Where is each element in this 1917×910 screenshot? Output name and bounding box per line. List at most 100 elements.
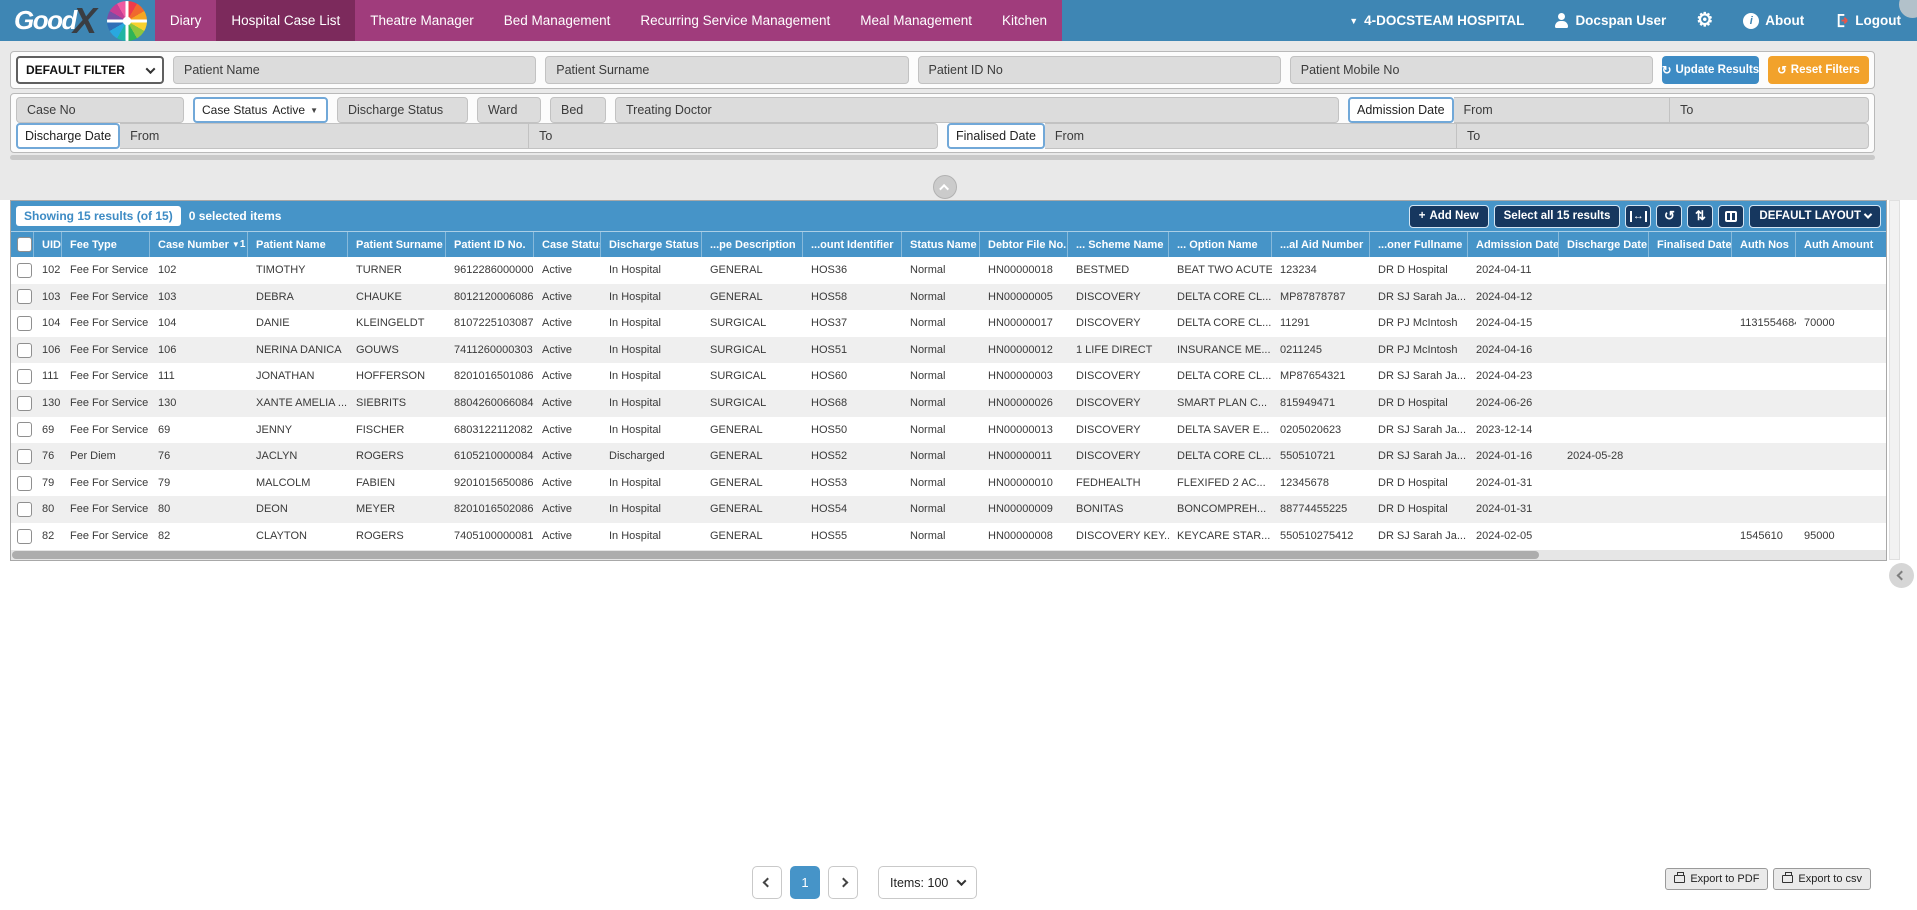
nav-item-meal-management[interactable]: Meal Management (845, 0, 987, 41)
col-header-finalised-date[interactable]: Finalised Date (1649, 232, 1732, 257)
side-panel-toggle[interactable] (1889, 563, 1914, 588)
collapse-filters-button[interactable] (933, 175, 957, 199)
row-checkbox[interactable] (17, 502, 32, 517)
layout-select[interactable]: DEFAULT LAYOUT (1749, 205, 1881, 228)
discharge-date-to-input[interactable] (529, 123, 938, 149)
column-resize-button[interactable]: ↔ (1625, 205, 1651, 228)
table-row[interactable]: 104Fee For Service104DANIEKLEINGELDT8107… (11, 310, 1886, 337)
col-header-fee-type[interactable]: Fee Type (62, 232, 150, 257)
patient-mobile-input[interactable] (1290, 56, 1653, 84)
page-1-button[interactable]: 1 (790, 866, 820, 899)
nav-item-diary[interactable]: Diary (155, 0, 217, 41)
discharge-date-from-input[interactable] (120, 123, 529, 149)
patient-name-input[interactable] (173, 56, 536, 84)
col-header-status-name[interactable]: Status Name (902, 232, 980, 257)
nav-item-hospital-case-list[interactable]: Hospital Case List (216, 0, 355, 41)
admission-date-to-input[interactable] (1670, 97, 1869, 123)
horizontal-scrollbar[interactable] (11, 550, 1886, 560)
col-header-auth-amount[interactable]: Auth Amount (1796, 232, 1886, 257)
row-checkbox[interactable] (17, 396, 32, 411)
row-checkbox[interactable] (17, 343, 32, 358)
nav-item-bed-management[interactable]: Bed Management (489, 0, 626, 41)
layout-label: DEFAULT LAYOUT (1759, 210, 1861, 222)
select-all-button[interactable]: Select all 15 results (1494, 205, 1621, 228)
nav-item-kitchen[interactable]: Kitchen (987, 0, 1062, 41)
cell-oner-fullname: DR PJ McIntosh (1370, 310, 1468, 337)
col-header-uid[interactable]: UID (34, 232, 62, 257)
col-header-pe-description[interactable]: ...pe Description (702, 232, 803, 257)
patient-id-input[interactable] (918, 56, 1281, 84)
row-checkbox[interactable] (17, 316, 32, 331)
col-header-label: Auth Amount (1804, 239, 1873, 251)
col-header-scheme-name[interactable]: ... Scheme Name (1068, 232, 1169, 257)
table-row[interactable]: 111Fee For Service111JONATHANHOFFERSON82… (11, 363, 1886, 390)
header-checkbox[interactable] (17, 237, 32, 252)
table-row[interactable]: 106Fee For Service106NERINA DANICAGOUWS7… (11, 337, 1886, 364)
col-header-patient-surname[interactable]: Patient Surname (348, 232, 446, 257)
treating-doctor-input[interactable] (615, 97, 1339, 123)
col-header-option-name[interactable]: ... Option Name (1169, 232, 1272, 257)
nav-item-recurring-service-management[interactable]: Recurring Service Management (625, 0, 845, 41)
col-header-debtor-file-no[interactable]: Debtor File No. (980, 232, 1068, 257)
sort-button[interactable]: ⇅ (1687, 205, 1713, 228)
row-checkbox[interactable] (17, 449, 32, 464)
row-checkbox[interactable] (17, 289, 32, 304)
settings-button[interactable]: ⚙ (1696, 11, 1713, 30)
col-header-auth-nos[interactable]: Auth Nos (1732, 232, 1796, 257)
filter-preset-select[interactable]: DEFAULT FILTER (16, 56, 164, 84)
col-header-al-aid-number[interactable]: ...al Aid Number (1272, 232, 1370, 257)
table-row[interactable]: 76Per Diem76JACLYNROGERS6105210000084Act… (11, 443, 1886, 470)
case-status-select[interactable]: Case Status Active ▼ (193, 97, 328, 123)
ward-input[interactable] (477, 97, 541, 123)
col-header-case-status[interactable]: Case Status (534, 232, 601, 257)
vertical-scrollbar[interactable] (1889, 200, 1900, 560)
row-checkbox[interactable] (17, 369, 32, 384)
next-page-button[interactable] (828, 866, 858, 899)
table-row[interactable]: 103Fee For Service103DEBRACHAUKE80121200… (11, 284, 1886, 311)
filter-divider (10, 155, 1875, 160)
logout-button[interactable]: Logout (1834, 13, 1901, 28)
update-results-button[interactable]: ↻ Update Results (1662, 56, 1759, 84)
patient-surname-input[interactable] (545, 56, 908, 84)
nav-item-theatre-manager[interactable]: Theatre Manager (355, 0, 489, 41)
col-header-admission-date[interactable]: Admission Date (1468, 232, 1559, 257)
row-checkbox[interactable] (17, 422, 32, 437)
user-menu[interactable]: Docspan User (1554, 13, 1666, 28)
cell-status-name: Normal (902, 443, 980, 470)
finalised-date-to-input[interactable] (1457, 123, 1869, 149)
reset-grid-button[interactable]: ↺ (1656, 205, 1682, 228)
export-pdf-button[interactable]: Export to PDF (1665, 868, 1768, 890)
col-header-patient-name[interactable]: Patient Name (248, 232, 348, 257)
export-csv-button[interactable]: Export to csv (1773, 868, 1871, 890)
case-no-input[interactable] (16, 97, 184, 123)
row-checkbox[interactable] (17, 529, 32, 544)
cell-patient-id-no: 8201016502086 (446, 496, 534, 523)
about-button[interactable]: i About (1743, 13, 1804, 29)
table-row[interactable]: 102Fee For Service102TIMOTHYTURNER961228… (11, 257, 1886, 284)
col-header-case-number[interactable]: Case Number▼1 (150, 232, 248, 257)
col-header-oner-fullname[interactable]: ...oner Fullname (1370, 232, 1468, 257)
columns-button[interactable] (1718, 205, 1744, 228)
table-row[interactable]: 82Fee For Service82CLAYTONROGERS74051000… (11, 523, 1886, 550)
prev-page-button[interactable] (752, 866, 782, 899)
bed-input[interactable] (550, 97, 606, 123)
col-header-patient-id-no[interactable]: Patient ID No. (446, 232, 534, 257)
table-row[interactable]: 130Fee For Service130XANTE AMELIA ...SIE… (11, 390, 1886, 417)
reset-filters-button[interactable]: ↺ Reset Filters (1768, 56, 1869, 84)
col-header-ount-identifier[interactable]: ...ount Identifier (803, 232, 902, 257)
col-header-discharge-status[interactable]: Discharge Status (601, 232, 702, 257)
discharge-status-input[interactable] (337, 97, 468, 123)
items-per-page-select[interactable]: Items: 100 (878, 866, 977, 899)
table-row[interactable]: 69Fee For Service69JENNYFISCHER680312211… (11, 417, 1886, 444)
horizontal-scrollbar-thumb[interactable] (12, 551, 1539, 559)
table-row[interactable]: 79Fee For Service79MALCOLMFABIEN92010156… (11, 470, 1886, 497)
add-new-button[interactable]: + Add New (1409, 205, 1489, 228)
finalised-date-from-input[interactable] (1045, 123, 1457, 149)
row-checkbox[interactable] (17, 263, 32, 278)
table-row[interactable]: 80Fee For Service80DEONMEYER820101650208… (11, 496, 1886, 523)
hospital-selector[interactable]: ▼ 4-DOCSTEAM HOSPITAL (1349, 13, 1524, 28)
row-checkbox[interactable] (17, 476, 32, 491)
admission-date-from-input[interactable] (1454, 97, 1671, 123)
select-all-checkbox[interactable] (11, 232, 34, 257)
col-header-discharge-date[interactable]: Discharge Date (1559, 232, 1649, 257)
